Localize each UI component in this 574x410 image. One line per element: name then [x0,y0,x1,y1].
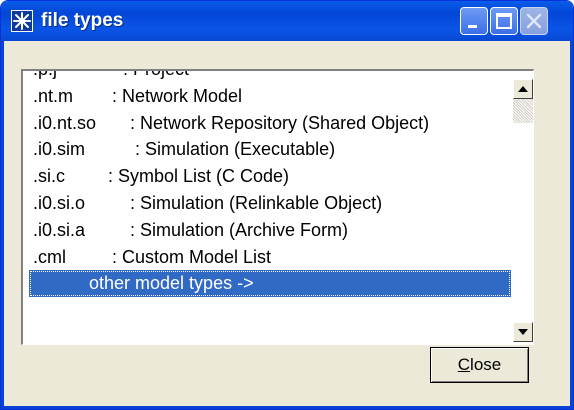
item-extension: .i0.si.o [33,192,86,213]
list-item[interactable]: .i0.sim : Simulation (Executable) [23,136,513,163]
app-star-icon [11,10,33,32]
scroll-track[interactable] [513,123,533,322]
close-icon [526,13,542,29]
item-description: : Network Model [112,85,243,106]
item-description: : Symbol List (C Code) [108,166,290,187]
vertical-scrollbar[interactable] [513,71,533,344]
window-border-bottom [1,406,573,409]
window-title: file types [41,10,124,31]
list-item[interactable]: .si.c : Symbol List (C Code) [23,163,513,190]
item-description: : Simulation (Relinkable Object) [130,192,383,213]
list-item[interactable]: .nt.m : Network Model [23,83,513,110]
minimize-icon [468,25,477,28]
maximize-button[interactable] [490,7,518,35]
close-button[interactable]: Close [430,347,529,383]
arrow-down-icon [518,329,528,335]
item-extension: .i0.sim [33,139,86,160]
item-extension: .nt.m [33,85,74,106]
list-item[interactable]: .i0.si.a : Simulation (Archive Form) [23,217,513,244]
scroll-up-button[interactable] [513,79,533,99]
window-border-left [1,41,4,409]
item-extension: .si.c [33,166,66,187]
window-border-right [570,41,573,409]
scroll-thumb[interactable] [513,99,533,123]
item-description: : Custom Model List [112,246,272,267]
item-description: : Simulation (Executable) [135,139,336,160]
file-types-listbox[interactable]: .p.j : Project .nt.m : Network Model .i0… [21,69,534,345]
scroll-down-button[interactable] [513,322,533,342]
item-description: : Project [123,69,190,79]
item-description: : Network Repository (Shared Object) [130,112,430,133]
item-extension: .i0.si.a [33,219,86,240]
close-mnemonic: C [457,355,471,374]
list-item-selected[interactable]: other model types -> [29,270,511,298]
item-extension: .cml [33,246,66,267]
item-description: : Simulation (Archive Form) [130,219,349,240]
minimize-button[interactable] [460,7,488,35]
list-items: .p.j : Project .nt.m : Network Model .i0… [23,69,513,298]
title-bar[interactable]: file types [1,1,573,41]
maximize-icon [496,13,512,29]
item-extension: .i0.nt.so [33,112,97,133]
item-label: other model types -> [89,273,254,294]
file-types-window: file types .p.j: Project .nt.m: Networ… [0,0,574,410]
list-item[interactable]: .i0.si.o : Simulation (Relinkable Object… [23,190,513,217]
list-item[interactable]: .cml : Custom Model List [23,244,513,271]
item-extension: .p.j [33,69,58,79]
close-label: lose [470,355,502,374]
list-item-partial[interactable]: .p.j : Project [23,69,513,83]
titlebar-close-button[interactable] [520,7,548,35]
list-item[interactable]: .i0.nt.so : Network Repository (Shared O… [23,110,513,137]
arrow-up-icon [518,86,528,92]
